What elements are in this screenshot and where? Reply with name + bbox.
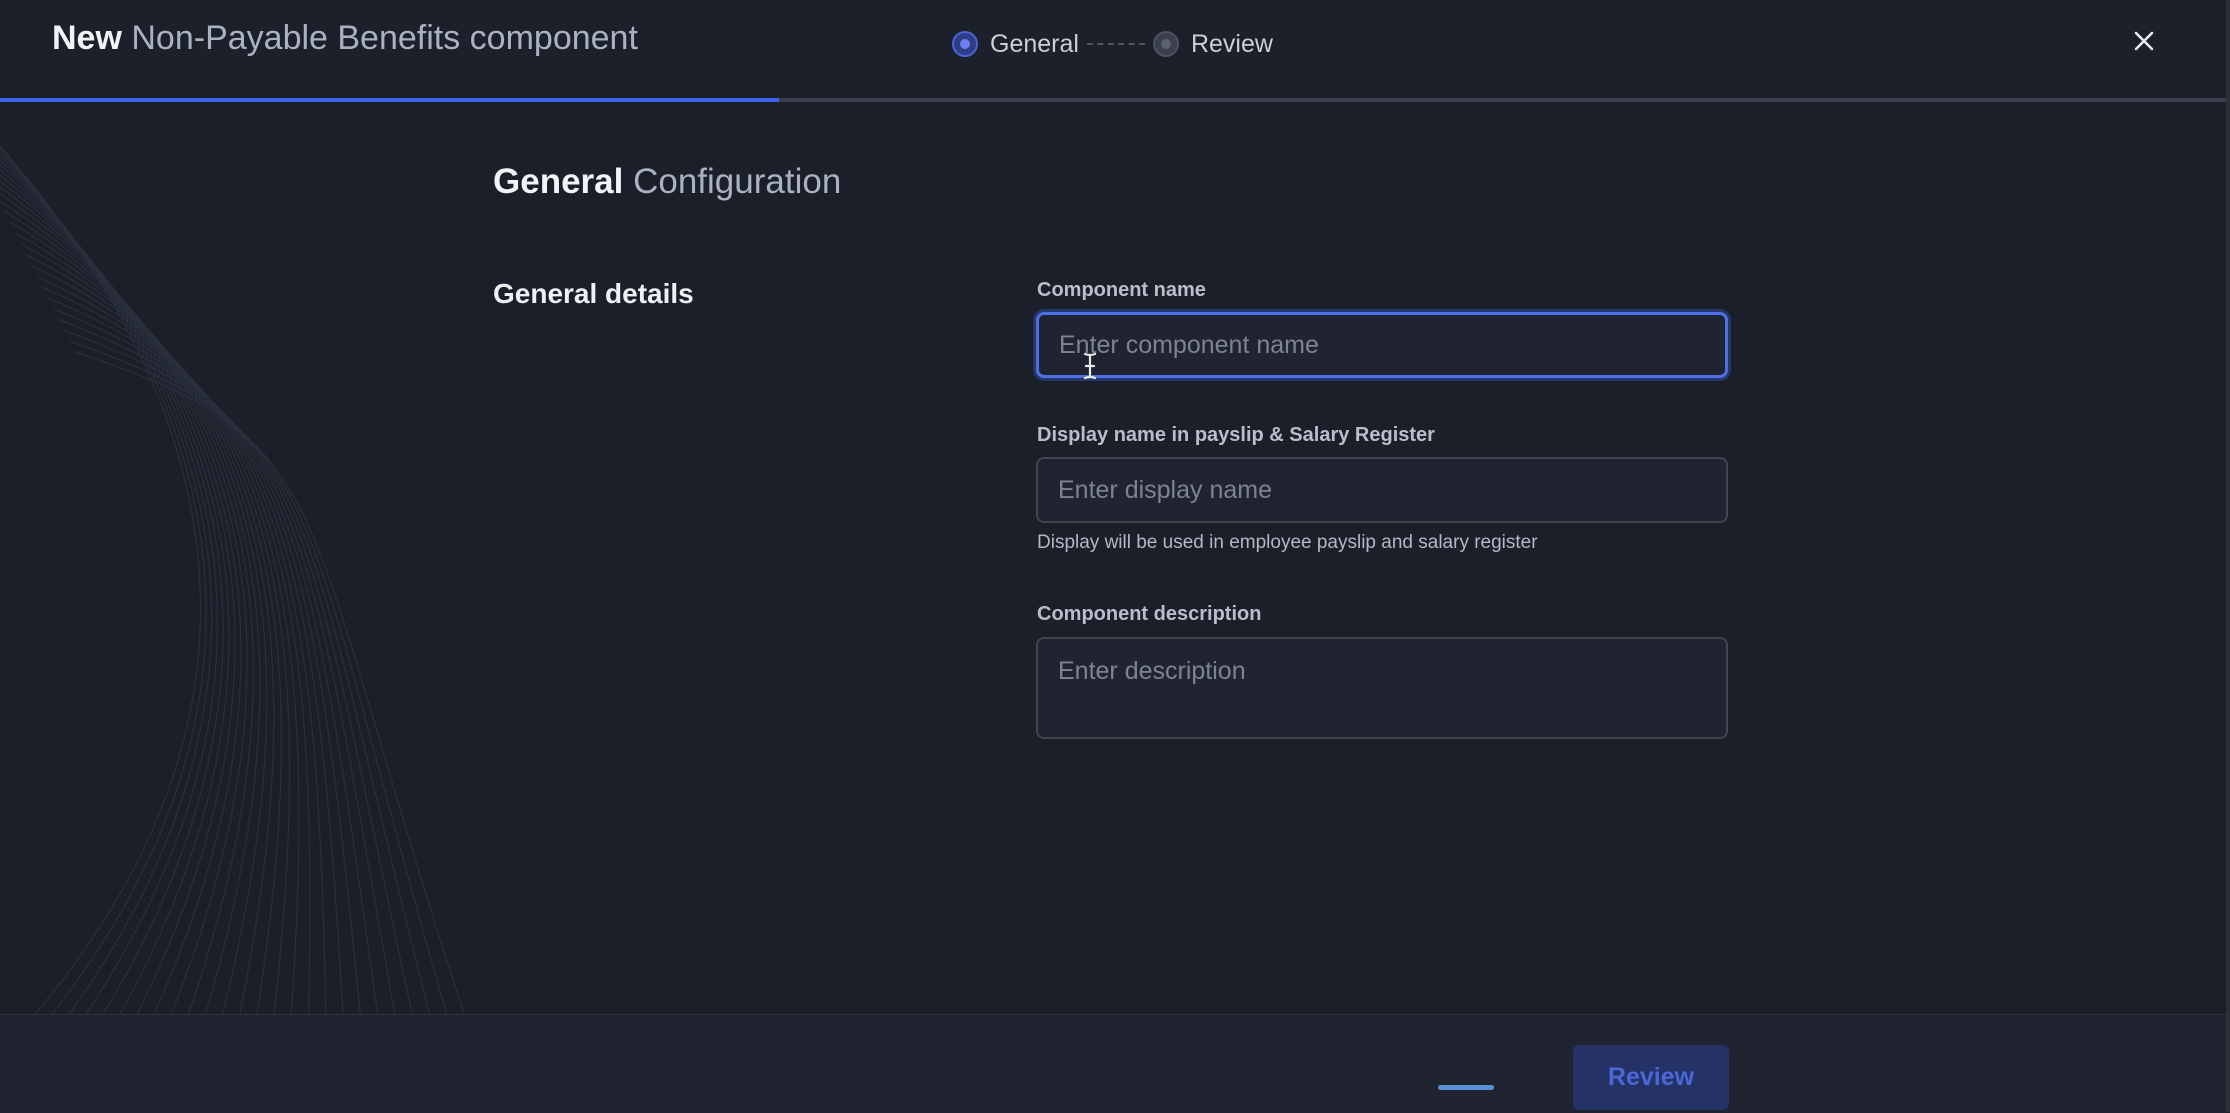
modal-title: New Non-Payable Benefits component <box>52 16 638 60</box>
display-name-input[interactable] <box>1036 457 1728 523</box>
background-wave-line <box>0 148 207 1017</box>
previous-link-indicator[interactable] <box>1438 1085 1494 1090</box>
background-wave-art <box>0 145 466 1017</box>
background-wave-line <box>58 319 414 1017</box>
step-general-label[interactable]: General <box>990 30 1079 59</box>
component-name-input[interactable] <box>1036 312 1728 378</box>
display-name-label: Display name in payslip & Salary Registe… <box>1037 424 1435 446</box>
text-cursor-icon <box>1083 352 1097 380</box>
close-button[interactable] <box>2125 22 2163 60</box>
page-title: General Configuration <box>493 160 841 204</box>
page-title-strong: General <box>493 162 624 201</box>
modal-header: New Non-Payable Benefits component Gener… <box>0 0 2230 100</box>
page-title-rest: Configuration <box>633 162 842 201</box>
review-button[interactable]: Review <box>1573 1045 1729 1110</box>
background-wave-line <box>0 163 230 1017</box>
modal-title-strong: New <box>52 19 122 57</box>
background-wave-line <box>74 351 466 1017</box>
general-details-heading: General details <box>493 278 694 309</box>
stepper: General Review <box>952 24 1273 64</box>
background-wave-line <box>0 145 202 1017</box>
modal-footer <box>0 1014 2226 1113</box>
close-icon <box>2134 31 2154 51</box>
step-general-indicator <box>952 31 978 57</box>
step-review-indicator <box>1152 31 1179 57</box>
component-description-label: Component description <box>1037 603 1262 625</box>
component-description-textarea[interactable] <box>1036 637 1728 739</box>
window-edge <box>2226 0 2230 1112</box>
background-wave-line <box>0 174 242 1017</box>
component-name-label: Component name <box>1037 279 1206 301</box>
background-wave-line <box>0 151 213 1017</box>
step-connector <box>1086 43 1145 45</box>
display-name-helper-text: Display will be used in employee payslip… <box>1037 532 1538 553</box>
modal-title-rest: Non-Payable Benefits component <box>131 19 638 57</box>
step-review-label[interactable]: Review <box>1191 30 1273 59</box>
background-wave-line <box>69 340 449 1017</box>
background-wave-line <box>0 180 248 1017</box>
background-wave-line <box>36 275 344 1017</box>
